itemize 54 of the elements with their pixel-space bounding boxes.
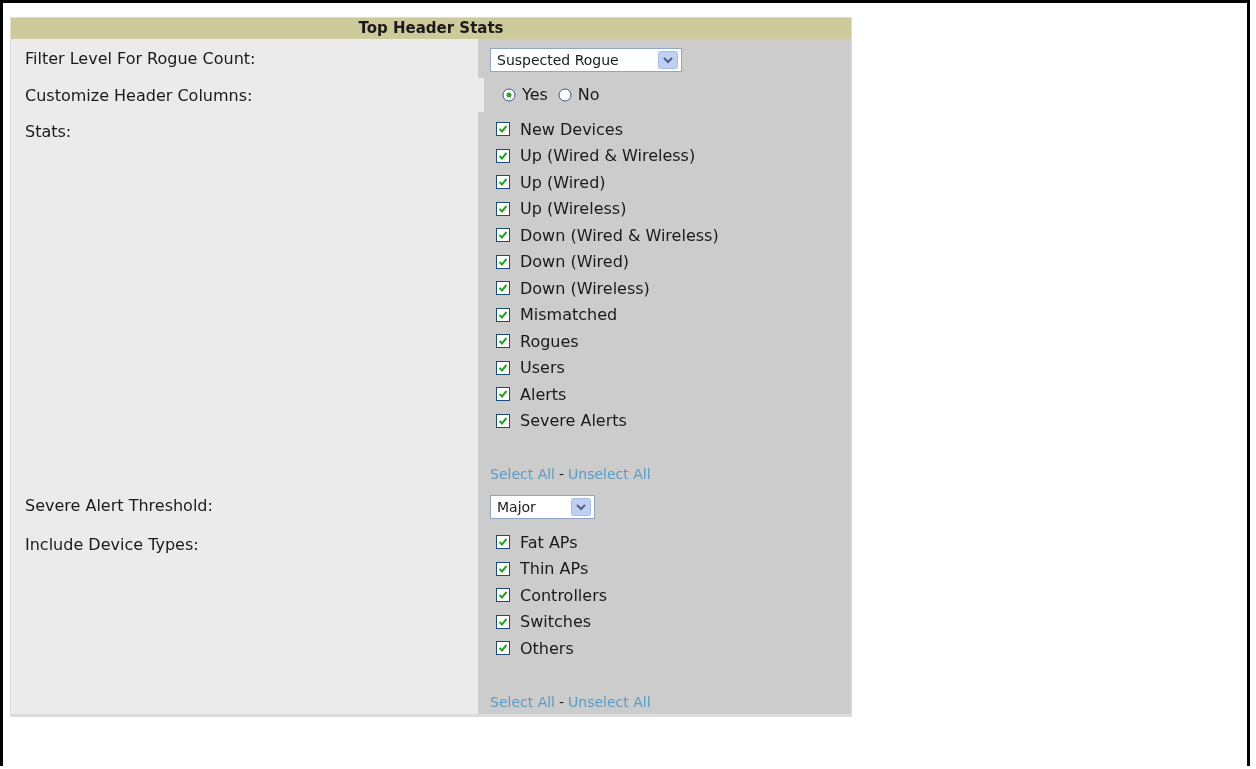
- checkbox[interactable]: [496, 413, 510, 428]
- checkbox-label: Up (Wireless): [520, 199, 627, 219]
- checkbox-label: Users: [520, 358, 565, 378]
- separator: -: [559, 466, 565, 482]
- caret-icon: [658, 51, 678, 69]
- checkbox[interactable]: [496, 588, 510, 603]
- checkbox-label: Controllers: [520, 585, 608, 605]
- checkbox-label: Alerts: [520, 384, 567, 404]
- checkbox[interactable]: [496, 201, 510, 216]
- checkbox[interactable]: [496, 641, 510, 656]
- section-header: Top Header Stats: [11, 18, 851, 39]
- checkbox[interactable]: [496, 281, 510, 296]
- field-label: Severe Alert Threshold:: [25, 496, 213, 515]
- radio-label: Yes: [522, 85, 548, 104]
- checkbox[interactable]: [496, 387, 510, 402]
- checkbox-label: Up (Wired & Wireless): [520, 146, 696, 166]
- checkbox[interactable]: [496, 535, 510, 550]
- field-label: Filter Level For Rogue Count:: [25, 49, 256, 68]
- checkbox-label: Severe Alerts: [520, 411, 627, 431]
- dropdown[interactable]: Major: [490, 495, 595, 519]
- field-label: Include Device Types:: [25, 535, 199, 554]
- checkbox-label: Up (Wired): [520, 172, 606, 192]
- checkbox-label: Mismatched: [520, 305, 618, 325]
- checkbox[interactable]: [496, 175, 510, 190]
- checkbox-label: Down (Wired): [520, 252, 630, 272]
- checkbox[interactable]: [496, 614, 510, 629]
- checkbox[interactable]: [496, 228, 510, 243]
- checkbox[interactable]: [496, 148, 510, 163]
- checkbox[interactable]: [496, 122, 510, 137]
- select-all-link[interactable]: Select All: [490, 466, 555, 482]
- checkbox-label: Thin APs: [520, 559, 589, 579]
- unselect-all-link[interactable]: Unselect All: [568, 466, 651, 482]
- checkbox[interactable]: [496, 334, 510, 349]
- checkbox-label: Fat APs: [520, 532, 578, 552]
- radio-button[interactable]: [557, 87, 572, 102]
- checkbox-label: Rogues: [520, 331, 579, 351]
- unselect-all-link[interactable]: Unselect All: [568, 693, 651, 710]
- field-label: Stats:: [25, 122, 72, 141]
- checkbox[interactable]: [496, 254, 510, 269]
- radio-label: No: [577, 85, 600, 104]
- select-all-link[interactable]: Select All: [490, 693, 555, 710]
- checkbox[interactable]: [496, 360, 510, 375]
- radio-button[interactable]: [502, 87, 516, 102]
- checkbox[interactable]: [496, 307, 510, 322]
- checkbox-label: Down (Wireless): [520, 278, 650, 298]
- dropdown[interactable]: Suspected Rogue: [490, 48, 682, 72]
- checkbox-label: New Devices: [520, 119, 624, 139]
- checkbox[interactable]: [496, 561, 510, 576]
- checkbox-label: Down (Wired & Wireless): [520, 225, 719, 245]
- separator: -: [559, 693, 565, 710]
- checkbox-label: Switches: [520, 612, 592, 632]
- caret-icon: [571, 498, 591, 516]
- checkbox-label: Others: [520, 638, 574, 658]
- field-label: Customize Header Columns:: [25, 85, 253, 105]
